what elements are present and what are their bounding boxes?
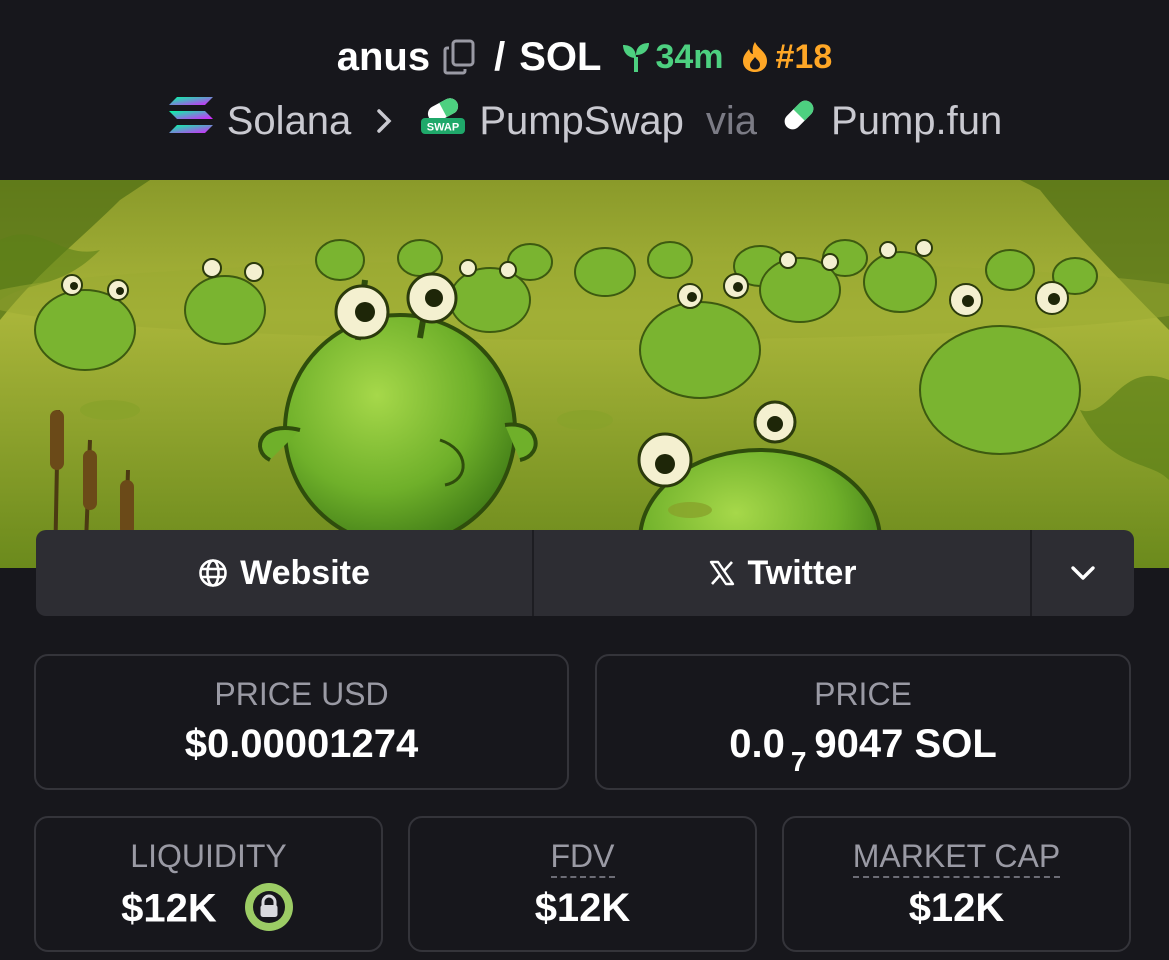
price-native-prefix: 0.0 (729, 722, 785, 766)
breadcrumb: Solana SWAP PumpSwap via Pump.fun (0, 94, 1169, 148)
dex-name[interactable]: PumpSwap (479, 96, 684, 146)
twitter-label: Twitter (747, 553, 857, 592)
launchpad-name[interactable]: Pump.fun (831, 96, 1002, 146)
pair-title-row: anus / SOL 34m #18 (0, 32, 1169, 82)
price-native-value: 0.0 7 9047 SOL (597, 720, 1129, 777)
globe-icon (199, 559, 227, 587)
more-links-dropdown[interactable] (1032, 530, 1134, 616)
quote-symbol: SOL (519, 35, 602, 79)
copy-icon[interactable] (442, 38, 476, 76)
fdv-card: FDV $12K (408, 816, 757, 952)
solana-logo-icon (167, 95, 215, 147)
website-button[interactable]: Website (36, 530, 534, 616)
pair-age: 34m (621, 32, 724, 82)
fdv-label[interactable]: FDV (550, 838, 615, 878)
liquidity-label: LIQUIDITY (130, 838, 287, 874)
market-cap-card: MARKET CAP $12K (782, 816, 1131, 952)
market-cap-value: $12K (908, 886, 1005, 930)
chevron-down-icon (1071, 566, 1095, 580)
pair-header: anus / SOL 34m #18 Solana SWAP PumpSwap … (0, 0, 1169, 180)
chain-name[interactable]: Solana (227, 96, 352, 146)
pair-age-text: 34m (655, 38, 724, 76)
liquidity-card: LIQUIDITY $12K (34, 816, 383, 952)
price-native-digits: 9047 (814, 722, 904, 766)
chevron-right-icon (375, 96, 393, 146)
trending-rank[interactable]: #18 (740, 32, 833, 82)
token-symbol: anus (336, 35, 431, 79)
via-label: via (705, 99, 758, 143)
social-links-bar: Website Twitter (36, 530, 1134, 616)
token-banner-image (0, 180, 1169, 568)
price-usd-label: PRICE USD (214, 676, 389, 712)
price-native-card: PRICE 0.0 7 9047 SOL (595, 654, 1131, 790)
lock-icon[interactable] (242, 880, 296, 934)
liquidity-value: $12K (121, 886, 217, 931)
flame-icon (742, 42, 767, 72)
price-usd-value: $0.00001274 (184, 722, 419, 766)
market-cap-label[interactable]: MARKET CAP (852, 838, 1061, 878)
seedling-icon (623, 43, 650, 72)
trending-rank-text: #18 (775, 38, 833, 76)
liquidity-value-row: $12K (36, 883, 381, 938)
svg-text:SWAP: SWAP (427, 122, 459, 134)
price-usd-card: PRICE USD $0.00001274 (34, 654, 569, 790)
pill-icon (779, 95, 819, 147)
twitter-button[interactable]: Twitter (534, 530, 1032, 616)
pair-separator: / (494, 35, 506, 79)
pumpswap-logo-icon: SWAP (419, 94, 467, 148)
price-native-label: PRICE (814, 676, 912, 712)
price-native-zero-count: 7 (790, 746, 807, 777)
price-native-unit: SOL (914, 722, 997, 766)
fdv-value: $12K (534, 886, 631, 930)
x-logo-icon (709, 560, 734, 586)
website-label: Website (240, 553, 370, 592)
